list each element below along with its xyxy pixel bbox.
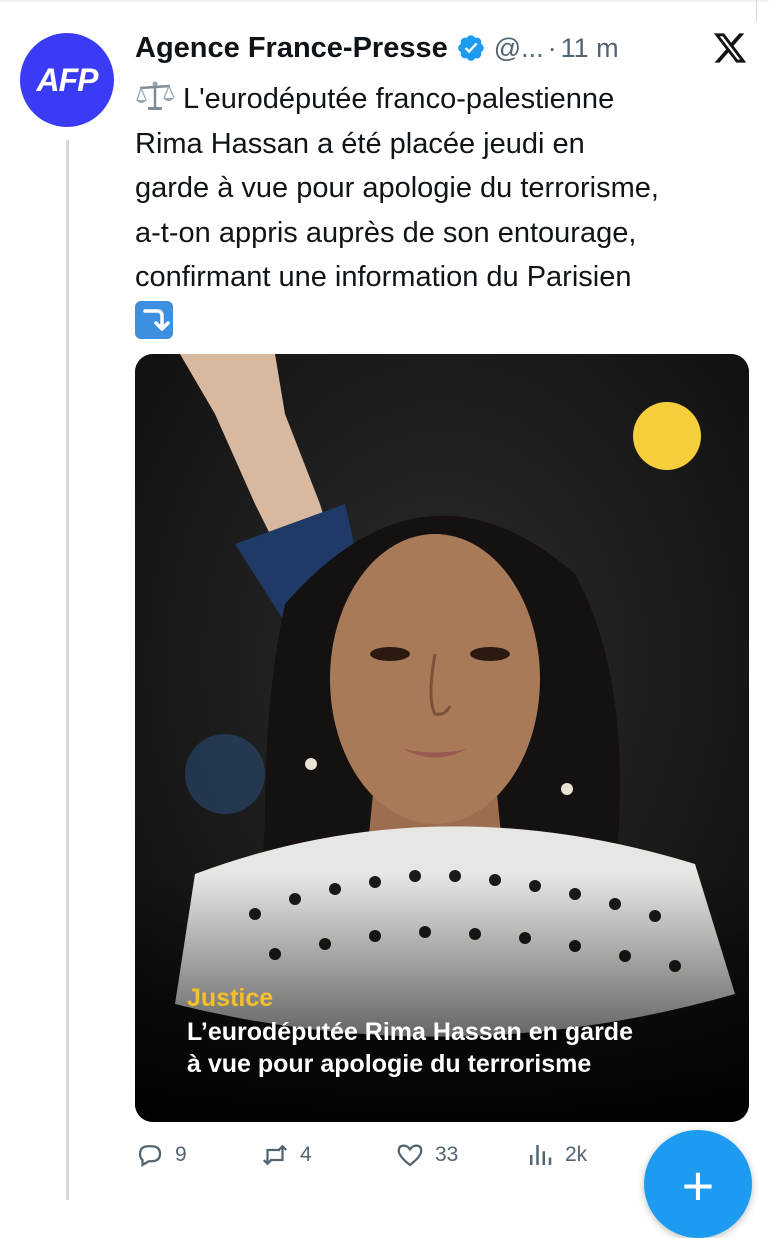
media-category: Justice	[187, 984, 274, 1012]
arrow-glyph-icon	[143, 308, 170, 331]
post-text-line-1: L'eurodéputée franco-palestienne	[135, 77, 750, 122]
compose-button[interactable]: +	[644, 1130, 752, 1238]
reply-button[interactable]: 9	[135, 1140, 187, 1170]
media-headline-line: à vue pour apologie du terrorisme	[187, 1050, 592, 1078]
balance-scale-emoji	[136, 81, 175, 110]
top-divider	[0, 0, 769, 2]
avatar-label: AFP	[36, 61, 99, 98]
post-text-segment: L'eurodéputée franco-palestienne	[183, 83, 615, 115]
scroll-edge	[756, 0, 757, 22]
post-text: L'eurodéputée franco-palestienne Rima Ha…	[135, 77, 750, 344]
repost-count: 4	[300, 1143, 312, 1166]
like-count: 33	[435, 1143, 459, 1166]
accent-dot	[633, 402, 701, 470]
media-headline-line: L’eurodéputée Rima Hassan en garde	[187, 1018, 633, 1046]
views-icon	[530, 1145, 552, 1165]
verified-badge-icon[interactable]	[456, 33, 486, 63]
post-media-image[interactable]: Justice L’eurodéputée Rima Hassan en gar…	[135, 354, 749, 1122]
post-time[interactable]: 11 m	[561, 33, 619, 64]
post-text-line-2: Rima Hassan a été placée jeudi en	[135, 127, 585, 160]
x-logo-icon[interactable]	[710, 30, 750, 66]
reply-icon	[138, 1145, 162, 1167]
like-icon	[397, 1144, 423, 1167]
post-header: Agence France-Presse @... · 11 m	[135, 28, 619, 68]
post-text-line-5: confirmant une information du Parisien	[135, 261, 632, 293]
like-button[interactable]: 33	[395, 1140, 458, 1170]
plus-icon: +	[681, 1154, 715, 1217]
author-handle[interactable]: @...	[494, 33, 544, 64]
post-text-line-4: a-t-on appris auprès de son entourage,	[135, 216, 637, 249]
repost-icon	[262, 1144, 288, 1166]
author-name[interactable]: Agence France-Presse	[135, 32, 448, 65]
reply-count: 9	[175, 1143, 187, 1166]
views-button[interactable]: 2k	[525, 1140, 587, 1170]
post-text-line-3: garde à vue pour apologie du terrorisme,	[135, 172, 659, 204]
post-text-line-6	[135, 300, 750, 345]
thread-connector	[66, 140, 69, 1200]
media-headline: L’eurodéputée Rima Hassan en garde à vue…	[187, 1016, 727, 1080]
avatar[interactable]: AFP	[20, 33, 114, 127]
views-count: 2k	[565, 1143, 588, 1166]
separator-dot: ·	[547, 32, 557, 63]
repost-button[interactable]: 4	[260, 1140, 312, 1170]
action-bar: 9 4 33 2k	[135, 1140, 595, 1176]
arrow-down-right-emoji	[135, 300, 173, 339]
